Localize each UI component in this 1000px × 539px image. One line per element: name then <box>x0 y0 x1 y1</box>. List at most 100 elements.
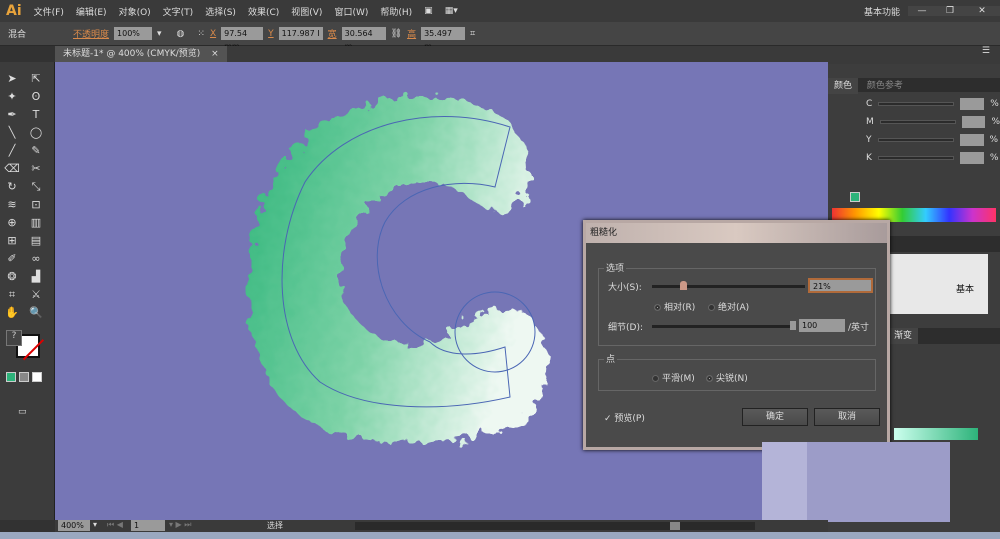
detail-field[interactable]: 100 <box>799 319 845 332</box>
absolute-radio[interactable]: 绝对(A) <box>708 300 749 313</box>
menu-select[interactable]: 选择(S) <box>205 5 236 18</box>
y-field[interactable]: 117.987 I <box>278 27 323 40</box>
zoom-tool-icon[interactable]: 🔍 <box>28 305 44 321</box>
size-field[interactable]: 21% <box>808 278 873 293</box>
menu-help[interactable]: 帮助(H) <box>380 5 412 18</box>
close-icon[interactable]: ✕ <box>964 6 1000 16</box>
rotate-tool-icon[interactable]: ↻ <box>4 179 20 195</box>
pen-tool-icon[interactable]: ✒ <box>4 107 20 123</box>
opacity-dropdown-icon[interactable]: ▾ <box>157 29 162 39</box>
ok-button[interactable]: 确定 <box>742 408 808 426</box>
tab-color-guide[interactable]: 颜色参考 <box>861 78 909 94</box>
gradient-slider[interactable] <box>894 428 978 440</box>
mesh-tool-icon[interactable]: ⊞ <box>4 233 20 249</box>
menu-object[interactable]: 对象(O) <box>119 5 151 18</box>
eraser-tool-icon[interactable]: ⌫ <box>4 161 20 177</box>
workspace-switcher[interactable]: 基本功能 <box>864 5 900 18</box>
recolor-icon[interactable]: ◍ <box>177 29 185 39</box>
panel-menu-icon[interactable]: ☰ <box>828 46 1000 64</box>
tab-close-icon[interactable]: × <box>211 49 219 59</box>
symbol-sprayer-icon[interactable]: ❂ <box>4 269 20 285</box>
relative-radio[interactable]: 相对(R) <box>654 300 695 313</box>
arrange-icon[interactable]: ▦▾ <box>445 6 458 16</box>
yellow-value[interactable] <box>959 134 984 146</box>
screen-mode-icon[interactable]: ▭ <box>18 407 27 417</box>
opacity-field[interactable]: 100% <box>114 27 153 40</box>
tab-color[interactable]: 颜色 <box>828 78 859 94</box>
gradient-mode-icon[interactable] <box>19 372 29 382</box>
minimize-icon[interactable]: — <box>908 6 936 16</box>
size-slider-thumb[interactable] <box>680 281 687 290</box>
free-transform-icon[interactable]: ⊡ <box>28 197 44 213</box>
gradient-tool-icon[interactable]: ▤ <box>28 233 44 249</box>
black-value[interactable] <box>959 152 984 164</box>
yellow-slider[interactable] <box>877 138 954 142</box>
detail-unit: /英寸 <box>848 323 870 333</box>
link-icon[interactable]: ⛓ <box>391 29 402 39</box>
preview-checkbox[interactable]: ✓ 预览(P) <box>604 411 645 424</box>
menu-edit[interactable]: 编辑(E) <box>76 5 107 18</box>
menu-window[interactable]: 窗口(W) <box>334 5 368 18</box>
reference-point-icon[interactable]: ⁙ <box>197 29 205 39</box>
size-slider[interactable] <box>652 281 805 290</box>
tab-gradient[interactable]: 渐变 <box>888 328 919 344</box>
stroke-swatch[interactable]: ? <box>6 330 22 346</box>
line-tool-icon[interactable]: ╲ <box>4 125 20 141</box>
lasso-icon[interactable]: ʘ <box>28 89 44 105</box>
detail-slider[interactable] <box>652 321 796 330</box>
black-label: K <box>866 153 872 163</box>
brush-tool-icon[interactable]: ╱ <box>4 143 20 159</box>
menu-file[interactable]: 文件(F) <box>34 5 64 18</box>
ellipse-tool-icon[interactable]: ◯ <box>28 125 44 141</box>
black-slider[interactable] <box>877 156 954 160</box>
shape-builder-icon[interactable]: ⊕ <box>4 215 20 231</box>
cyan-slider[interactable] <box>878 102 955 106</box>
pencil-tool-icon[interactable]: ✎ <box>28 143 44 159</box>
slice-tool-icon[interactable]: ⚔ <box>28 287 44 303</box>
detail-slider-thumb[interactable] <box>790 321 796 330</box>
restore-icon[interactable]: ❐ <box>936 6 964 16</box>
magenta-slider[interactable] <box>879 120 956 124</box>
page-field[interactable]: 1 <box>131 520 165 531</box>
artboard-tool-icon[interactable]: ⌗ <box>4 287 20 303</box>
hand-tool-icon[interactable]: ✋ <box>4 305 20 321</box>
menu-effect[interactable]: 效果(C) <box>248 5 279 18</box>
menu-type[interactable]: 文字(T) <box>163 5 194 18</box>
smooth-radio[interactable]: 平滑(M) <box>652 371 695 384</box>
menu-view[interactable]: 视图(V) <box>291 5 322 18</box>
scissors-icon[interactable]: ✂ <box>28 161 44 177</box>
magic-wand-icon[interactable]: ✦ <box>4 89 20 105</box>
x-label: X <box>209 28 217 39</box>
eyedropper-icon[interactable]: ✐ <box>4 251 20 267</box>
blend-tool-icon[interactable]: ∞ <box>28 251 44 267</box>
none-mode-icon[interactable] <box>32 372 42 382</box>
next-page-icon[interactable]: ▾ ▶ ⏭ <box>169 520 191 530</box>
last-color-swatch[interactable] <box>850 192 860 202</box>
magenta-value[interactable] <box>961 116 986 128</box>
bridge-icon[interactable]: ▣ <box>424 6 433 16</box>
selection-tool-icon[interactable]: ➤ <box>4 71 20 87</box>
cyan-value[interactable] <box>960 98 985 110</box>
zoom-field[interactable]: 400% <box>58 520 90 531</box>
direct-selection-tool-icon[interactable]: ⇱ <box>28 71 44 87</box>
magenta-label: M <box>866 117 874 127</box>
scrollbar-thumb[interactable] <box>670 522 680 530</box>
x-field[interactable]: 97.54 mm <box>221 27 264 51</box>
graph-tool-icon[interactable]: ▟ <box>28 269 44 285</box>
corner-radio[interactable]: 尖锐(N) <box>706 371 748 384</box>
color-mode-icon[interactable] <box>6 372 16 382</box>
warp-tool-icon[interactable]: ≋ <box>4 197 20 213</box>
transform-icon[interactable]: ⌗ <box>470 29 475 39</box>
document-tab[interactable]: 未标题-1* @ 400% (CMYK/预览) × <box>55 46 227 62</box>
scale-tool-icon[interactable]: ⤡ <box>28 179 44 195</box>
height-field[interactable]: 35.497 m <box>421 27 466 51</box>
type-tool-icon[interactable]: T <box>28 107 44 123</box>
cancel-button[interactable]: 取消 <box>814 408 880 426</box>
points-label: 点 <box>604 352 618 365</box>
zoom-dropdown-icon[interactable]: ▾ <box>93 520 97 529</box>
horizontal-scrollbar[interactable] <box>355 522 755 530</box>
first-page-icon[interactable]: ⏮ ◀ <box>107 520 123 530</box>
opacity-label[interactable]: 不透明度 <box>73 27 109 40</box>
perspective-icon[interactable]: ▥ <box>28 215 44 231</box>
width-field[interactable]: 30.564 m <box>341 27 386 51</box>
